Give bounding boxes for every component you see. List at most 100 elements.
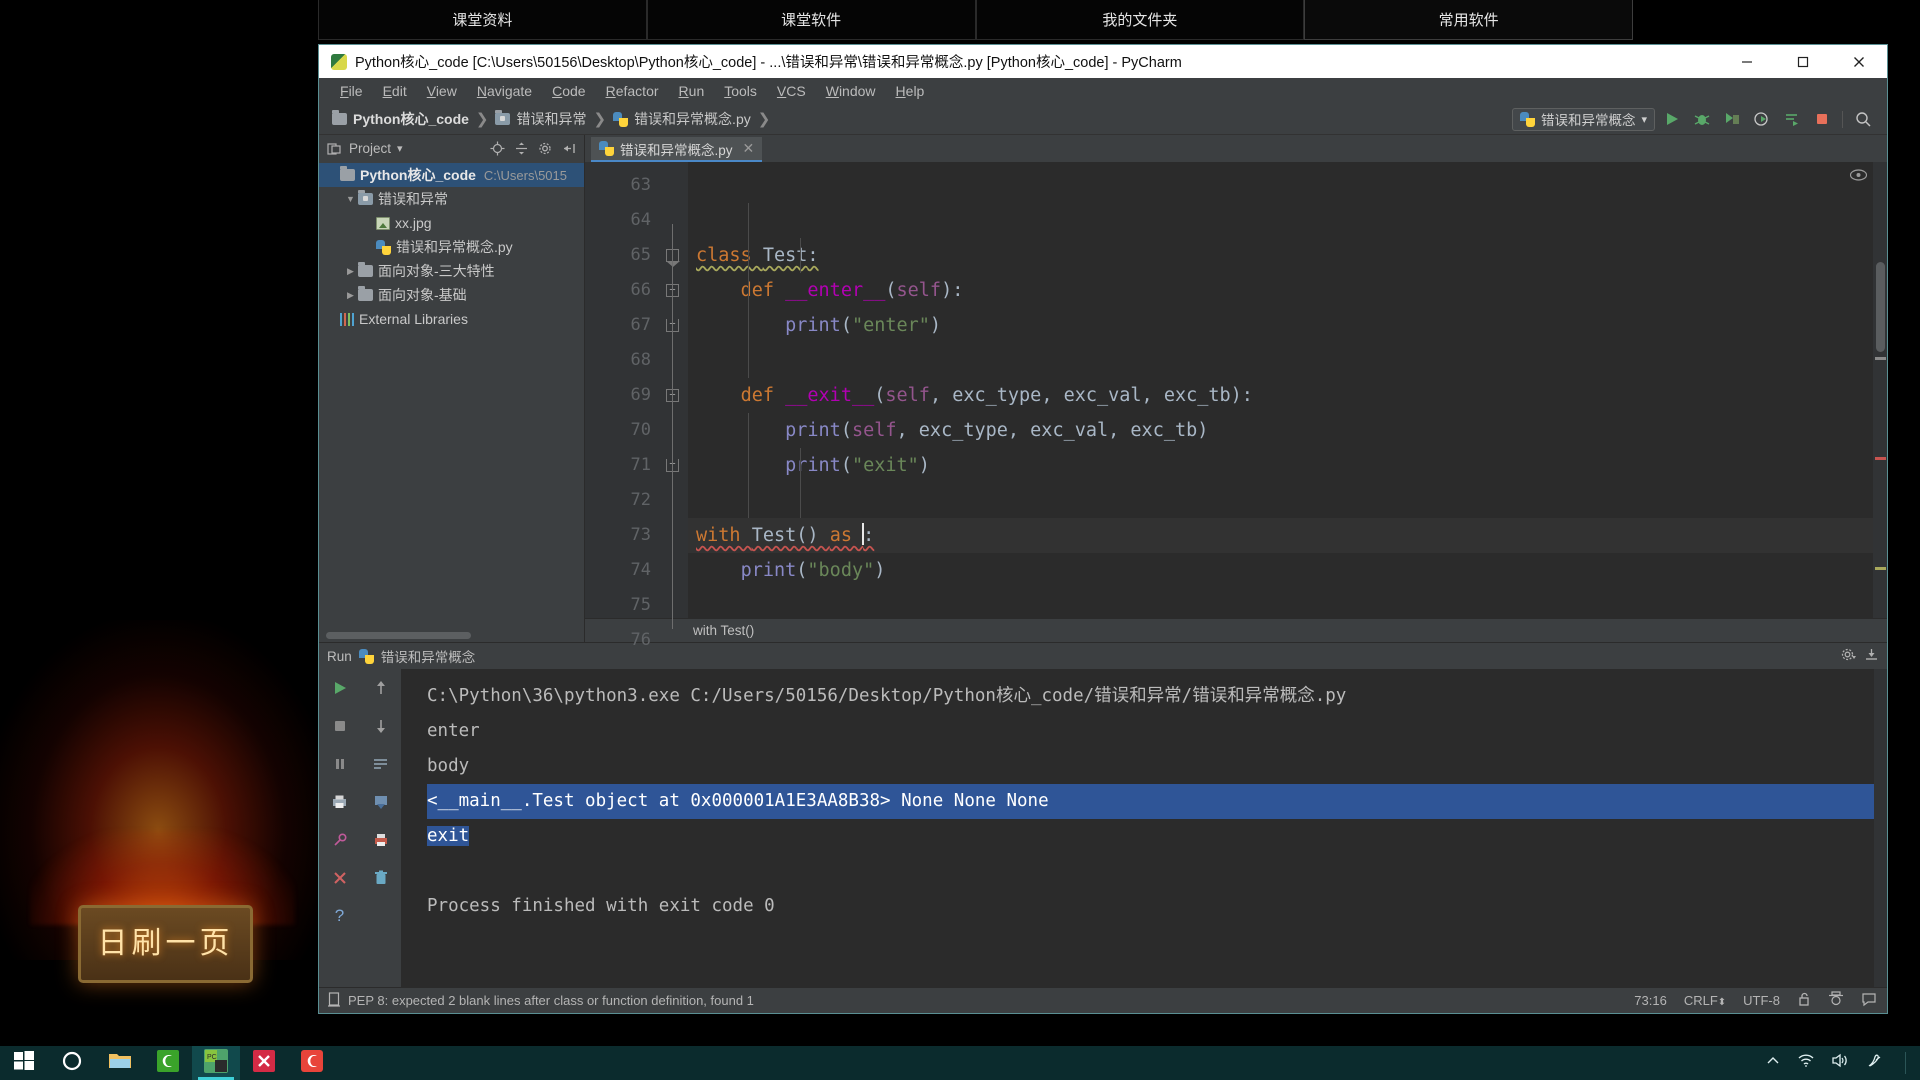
breadcrumb-item-2[interactable]: 错误和异常概念.py <box>613 109 751 129</box>
unlocked-icon[interactable] <box>1797 992 1811 1010</box>
print-console-icon[interactable] <box>369 828 393 852</box>
help-icon[interactable]: ? <box>328 904 352 928</box>
run-configuration-selector[interactable]: 错误和异常概念 ▾ <box>1511 107 1655 131</box>
tree-node-6[interactable]: External Libraries <box>319 307 584 331</box>
tree-node-3[interactable]: 错误和异常概念.py <box>319 235 584 259</box>
breadcrumb-item-1[interactable]: 错误和异常 <box>495 109 586 129</box>
event-log-icon[interactable] <box>1861 992 1877 1010</box>
code-line-63[interactable] <box>688 168 1887 203</box>
desktop-tab-3[interactable]: 常用软件 <box>1304 0 1633 40</box>
menu-vcs[interactable]: VCS <box>768 80 815 102</box>
menu-help[interactable]: Help <box>887 80 934 102</box>
run-config-tab-label[interactable]: 错误和异常概念 <box>381 646 476 666</box>
menu-navigate[interactable]: Navigate <box>468 80 541 102</box>
close-button[interactable] <box>1831 45 1887 78</box>
warning-marker[interactable] <box>1875 567 1886 570</box>
fold-gutter[interactable]: −−−− <box>660 162 688 629</box>
code-line-64[interactable] <box>688 203 1887 238</box>
menu-refactor[interactable]: Refactor <box>597 80 668 102</box>
caret-position[interactable]: 73:16 <box>1634 993 1667 1008</box>
stop-icon[interactable] <box>1808 107 1835 132</box>
run-with-console-icon[interactable] <box>1778 107 1805 132</box>
hide-icon[interactable] <box>1864 647 1879 665</box>
taskbar-cortana-search[interactable] <box>48 1046 96 1080</box>
editor-scrollbar[interactable] <box>1873 162 1887 618</box>
console-scrollbar[interactable] <box>1874 669 1887 987</box>
pause-icon[interactable] <box>328 752 352 776</box>
scroll-to-end-icon[interactable] <box>369 790 393 814</box>
taskbar-app-green-c[interactable] <box>144 1046 192 1080</box>
menu-edit[interactable]: Edit <box>374 80 416 102</box>
print-icon[interactable] <box>328 790 352 814</box>
menu-tools[interactable]: Tools <box>715 80 766 102</box>
tree-node-4[interactable]: ▶ 面向对象-三大特性 <box>319 259 584 283</box>
tree-node-2[interactable]: xx.jpg <box>319 211 584 235</box>
maximize-button[interactable] <box>1775 45 1831 78</box>
file-encoding[interactable]: UTF-8 <box>1743 993 1780 1008</box>
menu-file[interactable]: File <box>331 80 372 102</box>
code-text-area[interactable]: class Test: def __enter__(self): print("… <box>688 162 1887 618</box>
clear-all-icon[interactable] <box>369 866 393 890</box>
desktop-tab-2[interactable]: 我的文件夹 <box>975 0 1305 40</box>
desktop-tab-0[interactable]: 课堂资料 <box>318 0 647 40</box>
code-line-74[interactable]: print("body") <box>688 553 1887 588</box>
taskbar-app-red-c[interactable] <box>288 1046 336 1080</box>
error-marker[interactable] <box>1875 457 1886 460</box>
run-console-output[interactable]: C:\Python\36\python3.exe C:/Users/50156/… <box>401 669 1887 987</box>
code-line-75[interactable] <box>688 588 1887 618</box>
code-line-65[interactable]: class Test: <box>688 238 1887 273</box>
line-separator[interactable]: CRLF⬍ <box>1684 993 1726 1008</box>
project-horizontal-scrollbar[interactable] <box>326 632 471 639</box>
tree-node-5[interactable]: ▶ 面向对象-基础 <box>319 283 584 307</box>
editor-scroll-thumb[interactable] <box>1876 262 1885 352</box>
chevron-down-icon[interactable]: ▾ <box>397 142 403 155</box>
soft-wrap-icon[interactable] <box>369 752 393 776</box>
menu-code[interactable]: Code <box>543 80 594 102</box>
show-hidden-icons-chevron[interactable] <box>1765 1054 1781 1072</box>
pin-icon[interactable] <box>328 828 352 852</box>
run-icon[interactable] <box>1658 107 1685 132</box>
editor-tab[interactable]: 错误和异常概念.py ✕ <box>591 137 763 162</box>
menu-run[interactable]: Run <box>670 80 714 102</box>
taskbar-file-explorer[interactable] <box>96 1046 144 1080</box>
rerun-icon[interactable] <box>328 676 352 700</box>
code-line-71[interactable]: print("exit") <box>688 448 1887 483</box>
volume-icon[interactable] <box>1831 1053 1849 1073</box>
hector-inspector-icon[interactable] <box>1828 991 1844 1010</box>
profile-icon[interactable] <box>1748 107 1775 132</box>
taskbar-app-xmind[interactable] <box>240 1046 288 1080</box>
close-icon[interactable] <box>328 866 352 890</box>
chevron-right-icon[interactable]: ▶ <box>343 290 358 301</box>
code-line-69[interactable]: def __exit__(self, exc_type, exc_val, ex… <box>688 378 1887 413</box>
code-line-68[interactable] <box>688 343 1887 378</box>
reader-mode-eye-icon[interactable] <box>1849 168 1868 186</box>
debug-icon[interactable] <box>1688 107 1715 132</box>
close-icon[interactable]: ✕ <box>743 140 755 157</box>
ime-pen-icon[interactable] <box>1865 1053 1883 1074</box>
minimize-button[interactable] <box>1719 45 1775 78</box>
tree-node-0[interactable]: Python核心_code C:\Users\5015 <box>319 163 584 187</box>
hide-icon[interactable] <box>560 140 578 158</box>
desktop-tab-1[interactable]: 课堂软件 <box>646 0 976 40</box>
locate-icon[interactable] <box>488 140 506 158</box>
menu-window[interactable]: Window <box>817 80 885 102</box>
chevron-right-icon[interactable]: ▶ <box>343 266 358 277</box>
settings-icon[interactable] <box>536 140 554 158</box>
change-marker[interactable] <box>1875 357 1886 360</box>
taskbar-pycharm[interactable]: PC <box>192 1046 240 1080</box>
up-stack-icon[interactable] <box>369 676 393 700</box>
settings-icon[interactable] <box>1841 647 1856 665</box>
code-line-67[interactable]: print("enter") <box>688 308 1887 343</box>
run-coverage-icon[interactable] <box>1718 107 1745 132</box>
down-stack-icon[interactable] <box>369 714 393 738</box>
collapse-all-icon[interactable] <box>512 140 530 158</box>
code-line-70[interactable]: print(self, exc_type, exc_val, exc_tb) <box>688 413 1887 448</box>
menu-view[interactable]: View <box>418 80 466 102</box>
stop-icon[interactable] <box>328 714 352 738</box>
taskbar-start-button[interactable] <box>0 1046 48 1080</box>
breadcrumb-item-0[interactable]: Python核心_code <box>332 109 469 129</box>
wifi-icon[interactable] <box>1797 1053 1815 1073</box>
tree-node-1[interactable]: ▼ 错误和异常 <box>319 187 584 211</box>
code-line-66[interactable]: def __enter__(self): <box>688 273 1887 308</box>
code-editor[interactable]: 6364656667686970717273747576 −−−− class … <box>585 162 1887 650</box>
